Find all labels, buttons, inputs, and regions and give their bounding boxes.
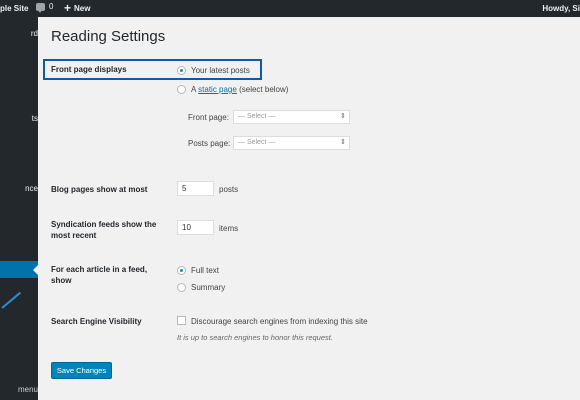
full-text-label: Full text (191, 266, 220, 275)
posts-per-page-input[interactable]: 5 (177, 181, 214, 196)
comment-bubble-icon (36, 2, 45, 13)
admin-bar: ple Site 0 + New Howdy, Si (0, 0, 580, 17)
static-page-radio[interactable] (177, 85, 186, 94)
front-page-displays-label: Front page displays (51, 65, 127, 74)
feed-article-label-line1: For each article in a feed, (51, 265, 148, 274)
menu-item-appearance[interactable]: nce (0, 184, 38, 193)
save-changes-button[interactable]: Save Changes (51, 362, 112, 379)
static-page-link[interactable]: static page (198, 85, 237, 94)
static-suffix: (select below) (239, 85, 289, 94)
posts-unit: posts (219, 185, 239, 194)
static-page-option: A static page (select below) (191, 84, 288, 95)
posts-page-select-value: — Select — (238, 139, 276, 146)
posts-page-label: Posts page: (188, 139, 231, 148)
latest-posts-label: Your latest posts (191, 66, 250, 75)
chevron-updown-icon: ⇕ (340, 139, 346, 146)
posts-page-select[interactable]: — Select — ⇕ (233, 136, 350, 150)
blog-pages-label: Blog pages show at most (51, 185, 148, 194)
feed-items-input[interactable]: 10 (177, 220, 214, 235)
full-text-radio[interactable] (177, 266, 186, 275)
new-label: New (74, 3, 91, 13)
search-visibility-note: It is up to search engines to honor this… (177, 333, 333, 342)
front-page-select[interactable]: — Select — ⇕ (233, 110, 350, 124)
collapse-menu-button[interactable]: menu (0, 385, 38, 394)
summary-radio[interactable] (177, 283, 186, 292)
admin-menu: rd ts nce menu (0, 17, 38, 400)
menu-item-posts[interactable]: ts (0, 114, 38, 123)
items-unit: items (219, 224, 239, 233)
comments-count: 0 (49, 2, 54, 11)
plus-icon: + (64, 1, 72, 15)
static-prefix: A (191, 85, 196, 94)
comments-link[interactable]: 0 (36, 2, 54, 13)
discourage-search-label: Discourage search engines from indexing … (191, 317, 368, 326)
discourage-search-checkbox[interactable] (177, 316, 186, 325)
site-name-link[interactable]: ple Site (0, 4, 28, 13)
menu-item-settings-active[interactable] (0, 261, 38, 278)
page-title: Reading Settings (51, 28, 166, 45)
annotation-arrow (1, 291, 22, 309)
new-content-link[interactable]: + New (64, 2, 90, 14)
front-page-label: Front page: (188, 113, 229, 122)
user-account-link[interactable]: Howdy, Si (542, 4, 580, 13)
front-page-select-value: — Select — (238, 113, 276, 120)
chevron-updown-icon: ⇕ (340, 113, 346, 120)
syndication-label-line2: most recent (51, 231, 97, 240)
search-visibility-label: Search Engine Visibility (51, 317, 142, 326)
syndication-label-line1: Syndication feeds show the (51, 220, 157, 229)
latest-posts-radio[interactable] (177, 66, 186, 75)
menu-item-dashboard[interactable]: rd (0, 29, 38, 38)
feed-article-label-line2: show (51, 276, 72, 285)
summary-label: Summary (191, 283, 226, 292)
